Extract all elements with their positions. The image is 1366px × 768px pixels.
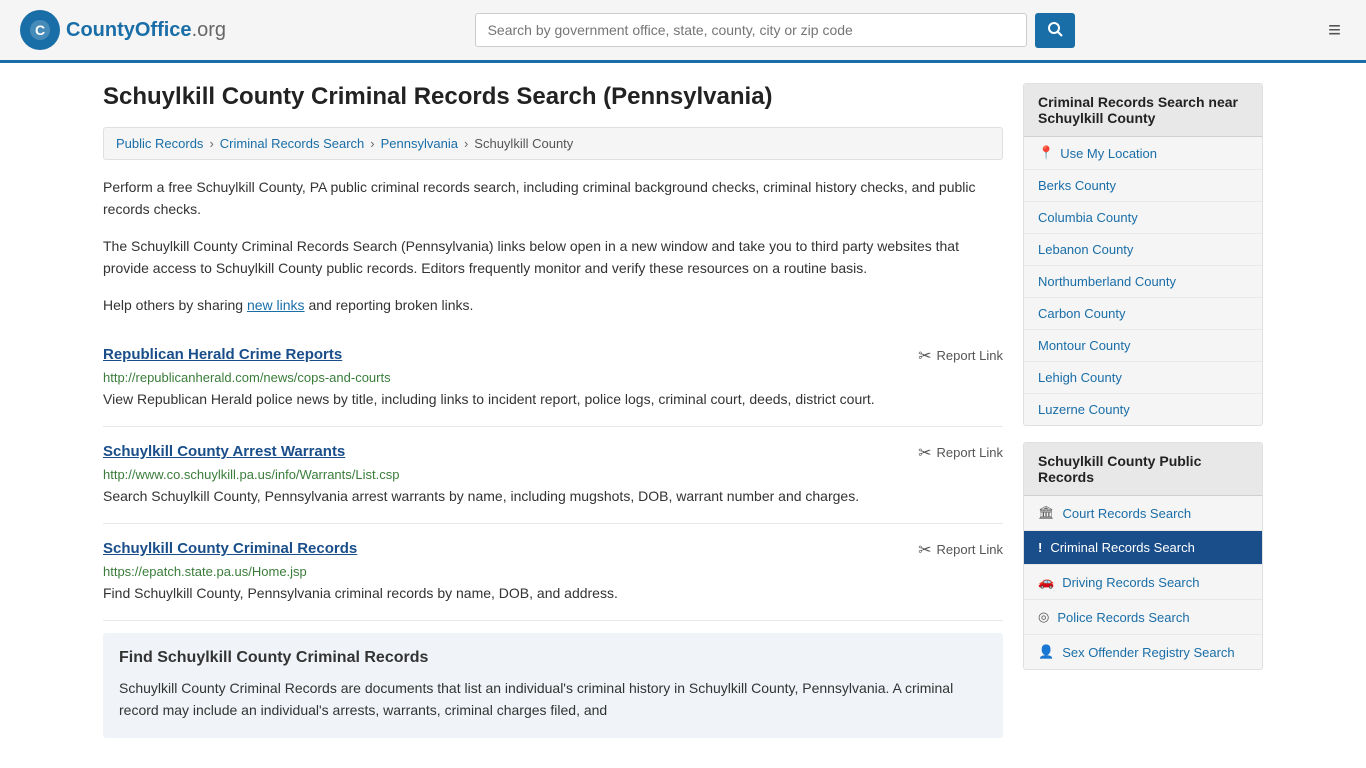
- description-3: Help others by sharing new links and rep…: [103, 294, 1003, 316]
- svg-text:C: C: [35, 22, 45, 38]
- sidebar-court-records[interactable]: 🏛 Court Records Search: [1024, 496, 1262, 531]
- county-link-northumberland[interactable]: Northumberland County: [1038, 274, 1176, 289]
- resource-url-1: http://republicanherald.com/news/cops-an…: [103, 370, 1003, 385]
- breadcrumb-sep-2: ›: [370, 136, 374, 151]
- breadcrumb-sep-3: ›: [464, 136, 468, 151]
- sidebar-sex-offender[interactable]: 👤 Sex Offender Registry Search: [1024, 635, 1262, 669]
- report-icon-3: ✂: [918, 540, 931, 560]
- resource-url-3: https://epatch.state.pa.us/Home.jsp: [103, 564, 1003, 579]
- description-2: The Schuylkill County Criminal Records S…: [103, 235, 1003, 280]
- resource-desc-2: Search Schuylkill County, Pennsylvania a…: [103, 486, 1003, 507]
- sidebar-county-2[interactable]: Columbia County: [1024, 202, 1262, 234]
- sidebar-county-6[interactable]: Montour County: [1024, 330, 1262, 362]
- public-records-title: Schuylkill County Public Records: [1024, 443, 1262, 496]
- county-link-montour[interactable]: Montour County: [1038, 338, 1131, 353]
- county-link-carbon[interactable]: Carbon County: [1038, 306, 1125, 321]
- county-link-berks[interactable]: Berks County: [1038, 178, 1116, 193]
- court-icon: 🏛: [1038, 505, 1055, 521]
- nearby-title: Criminal Records Search near Schuylkill …: [1024, 84, 1262, 137]
- resource-title-3[interactable]: Schuylkill County Criminal Records: [103, 540, 357, 557]
- search-input[interactable]: [475, 13, 1027, 47]
- resource-title-1[interactable]: Republican Herald Crime Reports: [103, 346, 342, 363]
- report-icon-2: ✂: [918, 443, 931, 463]
- resource-item-1: Republican Herald Crime Reports ✂ Report…: [103, 330, 1003, 427]
- sidebar-county-4[interactable]: Northumberland County: [1024, 266, 1262, 298]
- sidebar-county-5[interactable]: Carbon County: [1024, 298, 1262, 330]
- description-1: Perform a free Schuylkill County, PA pub…: [103, 176, 1003, 221]
- driving-records-link[interactable]: Driving Records Search: [1062, 575, 1199, 590]
- resource-title-2[interactable]: Schuylkill County Arrest Warrants: [103, 443, 345, 460]
- new-links-link[interactable]: new links: [247, 297, 305, 313]
- report-link-btn-1[interactable]: ✂ Report Link: [918, 346, 1003, 366]
- logo[interactable]: C CountyOffice.org: [20, 10, 226, 50]
- resource-url-2: http://www.co.schuylkill.pa.us/info/Warr…: [103, 467, 1003, 482]
- breadcrumb-sep-1: ›: [209, 136, 213, 151]
- public-records-section: Schuylkill County Public Records 🏛 Court…: [1023, 442, 1263, 670]
- find-desc: Schuylkill County Criminal Records are d…: [119, 677, 987, 722]
- sidebar-county-8[interactable]: Luzerne County: [1024, 394, 1262, 425]
- police-icon: ◎: [1038, 609, 1049, 625]
- logo-icon: C: [20, 10, 60, 50]
- resource-item-3: Schuylkill County Criminal Records ✂ Rep…: [103, 524, 1003, 621]
- breadcrumb: Public Records › Criminal Records Search…: [103, 127, 1003, 160]
- court-records-link[interactable]: Court Records Search: [1063, 506, 1192, 521]
- sex-offender-icon: 👤: [1038, 644, 1054, 660]
- find-title: Find Schuylkill County Criminal Records: [119, 649, 987, 667]
- main-container: Schuylkill County Criminal Records Searc…: [83, 63, 1283, 758]
- county-link-lebanon[interactable]: Lebanon County: [1038, 242, 1133, 257]
- sidebar-police-records[interactable]: ◎ Police Records Search: [1024, 600, 1262, 635]
- report-link-btn-2[interactable]: ✂ Report Link: [918, 443, 1003, 463]
- sidebar-county-1[interactable]: Berks County: [1024, 170, 1262, 202]
- county-link-columbia[interactable]: Columbia County: [1038, 210, 1138, 225]
- breadcrumb-current: Schuylkill County: [474, 136, 573, 151]
- resource-header-3: Schuylkill County Criminal Records ✂ Rep…: [103, 540, 1003, 560]
- breadcrumb-public-records[interactable]: Public Records: [116, 136, 203, 151]
- resource-header-1: Republican Herald Crime Reports ✂ Report…: [103, 346, 1003, 366]
- report-icon-1: ✂: [918, 346, 931, 366]
- main-content: Schuylkill County Criminal Records Searc…: [103, 83, 1003, 738]
- criminal-records-link[interactable]: Criminal Records Search: [1050, 540, 1195, 555]
- location-pin-icon: 📍: [1038, 145, 1054, 161]
- police-records-link[interactable]: Police Records Search: [1057, 610, 1189, 625]
- site-header: C CountyOffice.org ≡: [0, 0, 1366, 63]
- search-button[interactable]: [1035, 13, 1075, 48]
- resource-item-2: Schuylkill County Arrest Warrants ✂ Repo…: [103, 427, 1003, 524]
- resource-desc-1: View Republican Herald police news by ti…: [103, 389, 1003, 410]
- county-link-luzerne[interactable]: Luzerne County: [1038, 402, 1130, 417]
- use-location-item[interactable]: 📍 Use My Location: [1024, 137, 1262, 170]
- logo-text: CountyOffice.org: [66, 19, 226, 42]
- sidebar-criminal-records[interactable]: ! Criminal Records Search: [1024, 531, 1262, 565]
- search-area: [475, 13, 1075, 48]
- sidebar-county-7[interactable]: Lehigh County: [1024, 362, 1262, 394]
- find-section: Find Schuylkill County Criminal Records …: [103, 633, 1003, 738]
- sidebar-driving-records[interactable]: 🚗 Driving Records Search: [1024, 565, 1262, 600]
- sidebar: Criminal Records Search near Schuylkill …: [1023, 83, 1263, 738]
- use-location-link[interactable]: Use My Location: [1060, 146, 1157, 161]
- sex-offender-link[interactable]: Sex Offender Registry Search: [1062, 645, 1234, 660]
- criminal-icon: !: [1038, 540, 1042, 555]
- header-right: ≡: [1323, 12, 1346, 48]
- nearby-section: Criminal Records Search near Schuylkill …: [1023, 83, 1263, 426]
- breadcrumb-criminal-records[interactable]: Criminal Records Search: [220, 136, 365, 151]
- breadcrumb-pennsylvania[interactable]: Pennsylvania: [381, 136, 458, 151]
- report-link-btn-3[interactable]: ✂ Report Link: [918, 540, 1003, 560]
- menu-button[interactable]: ≡: [1323, 12, 1346, 48]
- county-link-lehigh[interactable]: Lehigh County: [1038, 370, 1122, 385]
- driving-icon: 🚗: [1038, 574, 1054, 590]
- resource-desc-3: Find Schuylkill County, Pennsylvania cri…: [103, 583, 1003, 604]
- sidebar-county-3[interactable]: Lebanon County: [1024, 234, 1262, 266]
- page-title: Schuylkill County Criminal Records Searc…: [103, 83, 1003, 111]
- resource-header-2: Schuylkill County Arrest Warrants ✂ Repo…: [103, 443, 1003, 463]
